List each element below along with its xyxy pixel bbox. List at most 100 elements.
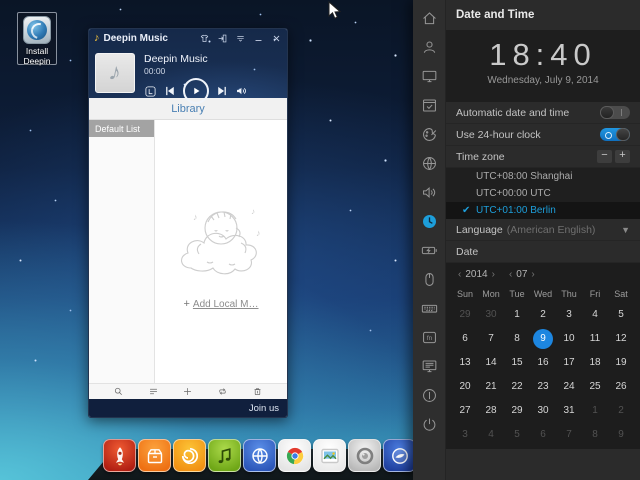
calendar-day[interactable]: 30: [530, 399, 556, 423]
month-next-icon[interactable]: ›: [531, 269, 534, 280]
sidebar-item-system-info[interactable]: [413, 352, 445, 381]
delete-button[interactable]: [252, 386, 263, 397]
calendar-day[interactable]: 5: [504, 423, 530, 447]
calendar-day[interactable]: 31: [556, 399, 582, 423]
calendar-day[interactable]: 12: [608, 327, 634, 351]
calendar-day[interactable]: 19: [608, 351, 634, 375]
search-icon: [113, 386, 124, 397]
calendar-day[interactable]: 8: [504, 327, 530, 351]
timezone-option[interactable]: UTC+00:00 UTC: [446, 185, 640, 202]
calendar-day[interactable]: 18: [582, 351, 608, 375]
calendar-day[interactable]: 7: [556, 423, 582, 447]
calendar-day[interactable]: 3: [556, 303, 582, 327]
sidebar-item-about[interactable]: [413, 381, 445, 410]
24hour-clock-toggle[interactable]: [600, 128, 630, 141]
calendar-day[interactable]: 8: [582, 423, 608, 447]
calendar-day[interactable]: 1: [582, 399, 608, 423]
close-button[interactable]: [271, 33, 282, 44]
mini-mode-button[interactable]: [217, 33, 228, 44]
sidebar-item-display[interactable]: [413, 62, 445, 91]
calendar-day[interactable]: 11: [582, 327, 608, 351]
sidebar-item-shortcuts[interactable]: fn: [413, 323, 445, 352]
timezone-option[interactable]: ✔UTC+01:00 Berlin: [446, 202, 640, 219]
calendar-day[interactable]: 28: [478, 399, 504, 423]
calendar-day[interactable]: 5: [608, 303, 634, 327]
repeat-button[interactable]: [217, 386, 228, 397]
calendar-day[interactable]: 15: [504, 351, 530, 375]
sidebar-item-sound[interactable]: [413, 178, 445, 207]
titlebar[interactable]: ♪ Deepin Music: [89, 29, 287, 48]
dock-item-image-viewer[interactable]: [313, 439, 346, 472]
calendar-day[interactable]: 26: [608, 375, 634, 399]
add-local-music-link[interactable]: +Add Local M…: [183, 298, 258, 310]
menu-button[interactable]: [235, 33, 246, 44]
volume-button[interactable]: [235, 84, 249, 98]
calendar-day[interactable]: 17: [556, 351, 582, 375]
sidebar-item-keyboard[interactable]: [413, 294, 445, 323]
sidebar-item-date-time[interactable]: [413, 207, 445, 236]
calendar-day[interactable]: 29: [504, 399, 530, 423]
dock-item-game-center[interactable]: [173, 439, 206, 472]
previous-button[interactable]: [163, 84, 177, 98]
calendar-day[interactable]: 3: [452, 423, 478, 447]
dock-item-chrome[interactable]: [278, 439, 311, 472]
dock-item-camera[interactable]: [348, 439, 381, 472]
search-button[interactable]: [113, 386, 124, 397]
minimize-button[interactable]: [253, 33, 264, 44]
sidebar-item-mouse[interactable]: [413, 265, 445, 294]
year-next-icon[interactable]: ›: [492, 269, 495, 280]
calendar-day[interactable]: 4: [478, 423, 504, 447]
automatic-datetime-toggle[interactable]: [600, 106, 630, 119]
dock-item-music[interactable]: [208, 439, 241, 472]
calendar-day[interactable]: 6: [452, 327, 478, 351]
calendar-day[interactable]: 13: [452, 351, 478, 375]
calendar-day[interactable]: 16: [530, 351, 556, 375]
calendar-day[interactable]: 29: [452, 303, 478, 327]
calendar-day[interactable]: 30: [478, 303, 504, 327]
sidebar-item-default-apps[interactable]: [413, 91, 445, 120]
year-prev-icon[interactable]: ‹: [458, 269, 461, 280]
dock-item-network-app[interactable]: [383, 439, 416, 472]
calendar-day[interactable]: 23: [530, 375, 556, 399]
dock-item-launcher[interactable]: [103, 439, 136, 472]
dock-item-browser[interactable]: [243, 439, 276, 472]
calendar-day-selected[interactable]: 9: [530, 327, 556, 351]
add-button[interactable]: [182, 386, 193, 397]
join-us-link[interactable]: Join us: [249, 403, 279, 414]
sidebar-item-power[interactable]: [413, 236, 445, 265]
calendar-day[interactable]: 1: [504, 303, 530, 327]
sidebar-item-shutdown[interactable]: [413, 410, 445, 439]
row-language[interactable]: Language(American English) ▼: [446, 219, 640, 241]
calendar-day[interactable]: 21: [478, 375, 504, 399]
lyrics-toggle-icon[interactable]: [144, 85, 157, 98]
calendar-day[interactable]: 27: [452, 399, 478, 423]
sidebar-item-personalization[interactable]: [413, 120, 445, 149]
calendar-day[interactable]: 9: [608, 423, 634, 447]
calendar-day[interactable]: 25: [582, 375, 608, 399]
calendar-day[interactable]: 4: [582, 303, 608, 327]
calendar-day[interactable]: 2: [608, 399, 634, 423]
next-button[interactable]: [215, 84, 229, 98]
play-button[interactable]: [183, 78, 209, 104]
dock-item-app-store[interactable]: [138, 439, 171, 472]
calendar-day[interactable]: 2: [530, 303, 556, 327]
calendar-day[interactable]: 6: [530, 423, 556, 447]
playlist-default-list[interactable]: Default List: [89, 120, 154, 137]
calendar-day[interactable]: 20: [452, 375, 478, 399]
calendar-day[interactable]: 24: [556, 375, 582, 399]
sidebar-item-accounts[interactable]: [413, 33, 445, 62]
month-prev-icon[interactable]: ‹: [509, 269, 512, 280]
sidebar-item-home[interactable]: [413, 4, 445, 33]
calendar-day[interactable]: 10: [556, 327, 582, 351]
timezone-add-button[interactable]: +: [615, 150, 630, 163]
time-value: 18:40: [446, 37, 640, 73]
theme-button[interactable]: [199, 33, 210, 44]
timezone-option[interactable]: UTC+08:00 Shanghai: [446, 168, 640, 185]
timezone-remove-button[interactable]: −: [597, 150, 612, 163]
calendar-day[interactable]: 7: [478, 327, 504, 351]
playlist-button[interactable]: [148, 386, 159, 397]
desktop-icon-install-deepin[interactable]: Install Deepin: [17, 12, 57, 65]
calendar-day[interactable]: 22: [504, 375, 530, 399]
calendar-day[interactable]: 14: [478, 351, 504, 375]
sidebar-item-network[interactable]: [413, 149, 445, 178]
